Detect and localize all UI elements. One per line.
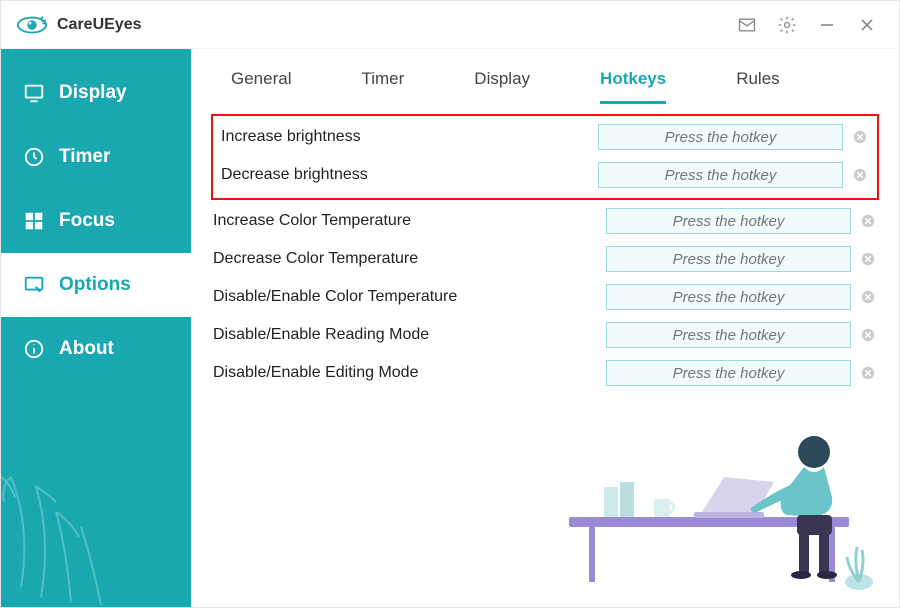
tab-display[interactable]: Display [474, 69, 530, 104]
hotkey-label: Disable/Enable Color Temperature [211, 288, 606, 306]
hotkey-list: Increase brightness Decrease brightness [191, 104, 899, 392]
body-area: Display Timer Focus Options [1, 49, 899, 607]
sidebar-item-label: Display [59, 82, 127, 104]
hotkey-input-toggle-reading-mode[interactable] [606, 322, 851, 348]
tab-rules[interactable]: Rules [736, 69, 779, 104]
clear-icon[interactable] [857, 324, 879, 346]
sidebar-item-timer[interactable]: Timer [1, 125, 191, 189]
hotkey-input-increase-color-temp[interactable] [606, 208, 851, 234]
feedback-icon[interactable] [727, 5, 767, 45]
sidebar-item-display[interactable]: Display [1, 61, 191, 125]
hotkey-row: Disable/Enable Color Temperature [211, 278, 879, 316]
sidebar-item-label: Options [59, 274, 131, 296]
minimize-button[interactable] [807, 5, 847, 45]
focus-icon [23, 210, 45, 232]
tab-general[interactable]: General [231, 69, 291, 104]
clear-icon[interactable] [849, 164, 871, 186]
hotkey-label: Decrease Color Temperature [211, 250, 606, 268]
hotkey-input-decrease-color-temp[interactable] [606, 246, 851, 272]
hotkey-label: Increase brightness [219, 128, 598, 146]
hotkey-input-toggle-color-temp[interactable] [606, 284, 851, 310]
titlebar: CareUEyes [1, 1, 899, 49]
hotkey-input-decrease-brightness[interactable] [598, 162, 843, 188]
sidebar-item-label: Focus [59, 210, 115, 232]
tabs: General Timer Display Hotkeys Rules [191, 49, 899, 104]
sidebar: Display Timer Focus Options [1, 49, 191, 607]
hotkey-row: Disable/Enable Editing Mode [211, 354, 879, 392]
hotkey-row: Increase Color Temperature [211, 202, 879, 240]
sidebar-item-focus[interactable]: Focus [1, 189, 191, 253]
close-button[interactable] [847, 5, 887, 45]
hotkey-label: Disable/Enable Editing Mode [211, 364, 606, 382]
app-logo-icon [17, 10, 47, 40]
options-icon [23, 274, 45, 296]
clear-icon[interactable] [849, 126, 871, 148]
timer-icon [23, 146, 45, 168]
display-icon [23, 82, 45, 104]
hotkey-label: Increase Color Temperature [211, 212, 606, 230]
hotkey-label: Decrease brightness [219, 166, 598, 184]
hotkey-label: Disable/Enable Reading Mode [211, 326, 606, 344]
illustration-icon [549, 387, 889, 597]
hotkey-input-toggle-editing-mode[interactable] [606, 360, 851, 386]
sidebar-item-about[interactable]: About [1, 317, 191, 381]
hotkey-input-increase-brightness[interactable] [598, 124, 843, 150]
sidebar-item-options[interactable]: Options [1, 253, 191, 317]
sidebar-item-label: Timer [59, 146, 110, 168]
tab-hotkeys[interactable]: Hotkeys [600, 69, 666, 104]
app-title: CareUEyes [57, 16, 142, 34]
clear-icon[interactable] [857, 248, 879, 270]
clear-icon[interactable] [857, 210, 879, 232]
hotkey-row: Disable/Enable Reading Mode [211, 316, 879, 354]
clear-icon[interactable] [857, 362, 879, 384]
highlight-box: Increase brightness Decrease brightness [211, 114, 879, 200]
sidebar-item-label: About [59, 338, 114, 360]
hotkey-row: Increase brightness [219, 118, 871, 156]
app-window: CareUEyes Display [0, 0, 900, 608]
hotkey-row: Decrease Color Temperature [211, 240, 879, 278]
hotkey-row: Decrease brightness [219, 156, 871, 194]
about-icon [23, 338, 45, 360]
settings-icon[interactable] [767, 5, 807, 45]
content-area: General Timer Display Hotkeys Rules Incr… [191, 49, 899, 607]
tab-timer[interactable]: Timer [361, 69, 404, 104]
clear-icon[interactable] [857, 286, 879, 308]
